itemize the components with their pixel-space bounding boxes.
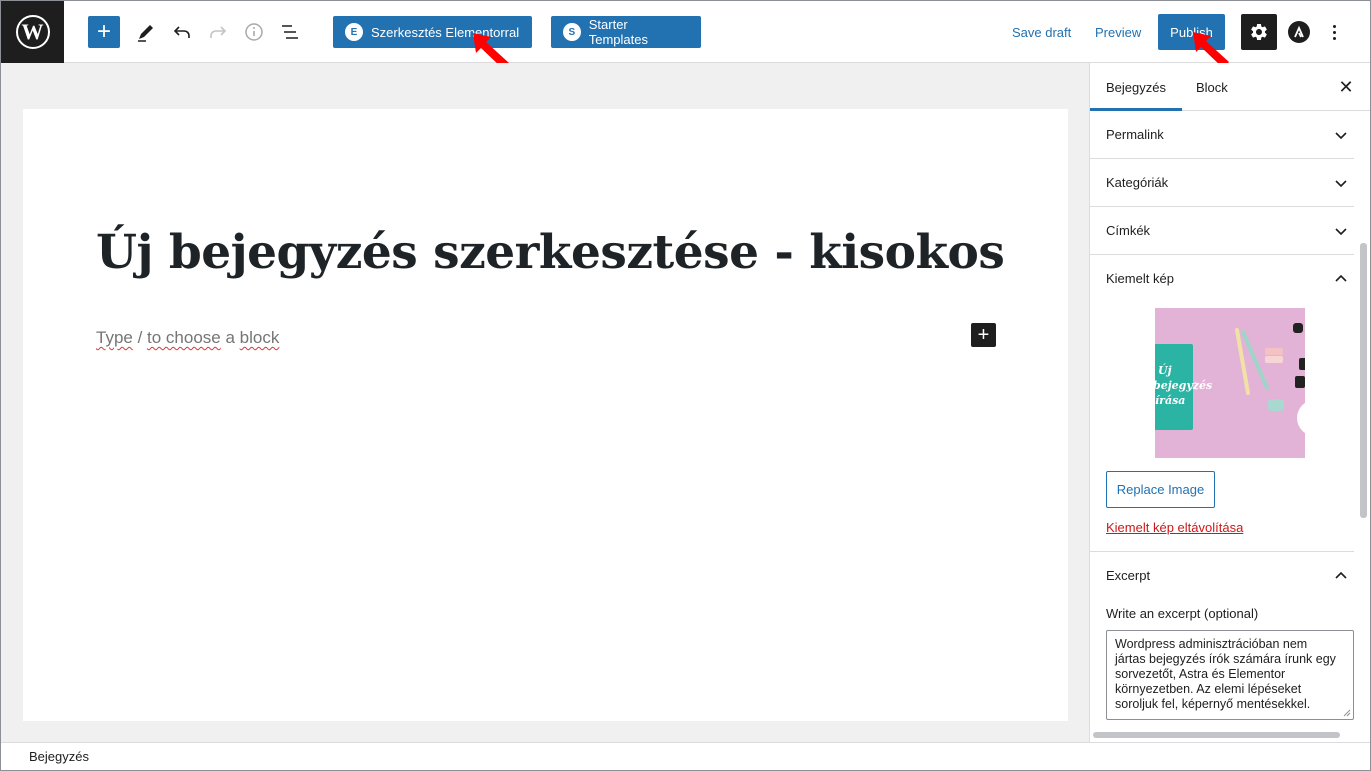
sidebar-horizontal-scrollbar[interactable] xyxy=(1093,732,1340,738)
settings-button[interactable] xyxy=(1241,14,1277,50)
tab-block[interactable]: Block xyxy=(1180,63,1244,111)
image-text-line: Új xyxy=(1158,363,1172,377)
breadcrumb-item[interactable]: Bejegyzés xyxy=(29,749,89,764)
placeholder-word: Type xyxy=(96,328,133,347)
panel-permalink-label: Permalink xyxy=(1106,127,1164,142)
panel-tags-label: Címkék xyxy=(1106,223,1151,238)
close-icon[interactable]: ✕ xyxy=(1334,75,1358,99)
save-draft-button[interactable]: Save draft xyxy=(1012,25,1071,40)
replace-image-button[interactable]: Replace Image xyxy=(1106,471,1215,508)
featured-image-thumbnail[interactable]: Új bejegyzés írása xyxy=(1155,308,1305,458)
chevron-down-icon xyxy=(1335,228,1347,236)
astra-icon[interactable] xyxy=(1288,21,1310,43)
remove-featured-image-link[interactable]: Kiemelt kép eltávolítása xyxy=(1106,520,1243,535)
excerpt-hint-label: Write an excerpt (optional) xyxy=(1106,606,1259,621)
excerpt-textarea[interactable]: Wordpress adminisztrációban nem jártas b… xyxy=(1106,630,1354,720)
placeholder-word: to choose xyxy=(147,328,221,347)
placeholder-text: a xyxy=(220,328,240,347)
starter-templates-label: Starter Templates xyxy=(588,17,648,47)
info-icon[interactable] xyxy=(242,20,266,44)
excerpt-line: jártas bejegyzés írók számára írunk egy xyxy=(1115,652,1336,666)
resize-handle-icon[interactable] xyxy=(1343,709,1351,717)
preview-button[interactable]: Preview xyxy=(1095,25,1141,40)
excerpt-line: soroljuk fel, képernyő mentésekkel. xyxy=(1115,697,1311,711)
starter-templates-button[interactable]: S Starter Templates xyxy=(551,16,701,48)
chevron-down-icon xyxy=(1335,180,1347,188)
chevron-up-icon[interactable] xyxy=(1333,568,1349,584)
panel-categories[interactable]: Kategóriák xyxy=(1090,159,1354,207)
panel-tags[interactable]: Címkék xyxy=(1090,207,1354,255)
list-view-icon[interactable] xyxy=(278,20,302,44)
excerpt-line: környezetben. Az elemi lépéseket xyxy=(1115,682,1302,696)
panel-excerpt-label[interactable]: Excerpt xyxy=(1106,568,1150,583)
more-vertical-icon[interactable] xyxy=(1326,20,1342,44)
sidebar-tabs: Bejegyzés Block ✕ xyxy=(1090,63,1370,111)
elementor-icon: E xyxy=(345,23,363,41)
sidebar-vertical-scrollbar[interactable] xyxy=(1360,243,1367,518)
excerpt-line: sorvezetőt, Astra és Elementor xyxy=(1115,667,1286,681)
undo-icon[interactable] xyxy=(170,20,194,44)
chevron-up-icon[interactable] xyxy=(1333,271,1349,287)
chevron-down-icon xyxy=(1335,132,1347,140)
starter-templates-icon: S xyxy=(563,23,581,41)
image-text-line: bejegyzés xyxy=(1155,379,1212,392)
wordpress-logo-icon[interactable]: W xyxy=(1,1,64,63)
block-inserter-button[interactable]: + xyxy=(971,323,996,347)
post-title[interactable]: Új bejegyzés szerkesztése - kisokos xyxy=(96,225,1005,280)
panel-categories-label: Kategóriák xyxy=(1106,175,1169,190)
add-block-button[interactable]: + xyxy=(88,16,120,48)
editor-canvas-area: Új bejegyzés szerkesztése - kisokos Type… xyxy=(1,63,1089,742)
image-text-line: írása xyxy=(1155,394,1185,407)
tab-post-label: Bejegyzés xyxy=(1106,79,1166,95)
tab-post[interactable]: Bejegyzés xyxy=(1090,63,1182,111)
excerpt-line: Wordpress adminisztrációban nem xyxy=(1115,637,1308,651)
gear-icon xyxy=(1251,23,1267,40)
tab-block-label: Block xyxy=(1196,79,1228,95)
settings-sidebar: Bejegyzés Block ✕ Permalink Kategóriák C… xyxy=(1089,63,1370,742)
editor-canvas[interactable]: Új bejegyzés szerkesztése - kisokos Type… xyxy=(23,109,1068,721)
top-toolbar: W + E Szerkesztés Elementorral S Starter… xyxy=(1,1,1370,63)
block-breadcrumb-bar: Bejegyzés xyxy=(1,742,1370,770)
pencil-icon[interactable] xyxy=(134,20,158,44)
panel-permalink[interactable]: Permalink xyxy=(1090,111,1354,159)
block-placeholder[interactable]: Type / to choose a block xyxy=(96,328,279,348)
wordpress-logo-mark: W xyxy=(15,15,50,49)
panel-featured-image-label[interactable]: Kiemelt kép xyxy=(1106,271,1174,286)
placeholder-word: block xyxy=(239,328,280,347)
placeholder-slash: / xyxy=(132,328,148,347)
editor-window: W + E Szerkesztés Elementorral S Starter… xyxy=(0,0,1371,771)
featured-image-artwork: Új bejegyzés írása xyxy=(1155,308,1305,458)
redo-icon[interactable] xyxy=(206,20,230,44)
